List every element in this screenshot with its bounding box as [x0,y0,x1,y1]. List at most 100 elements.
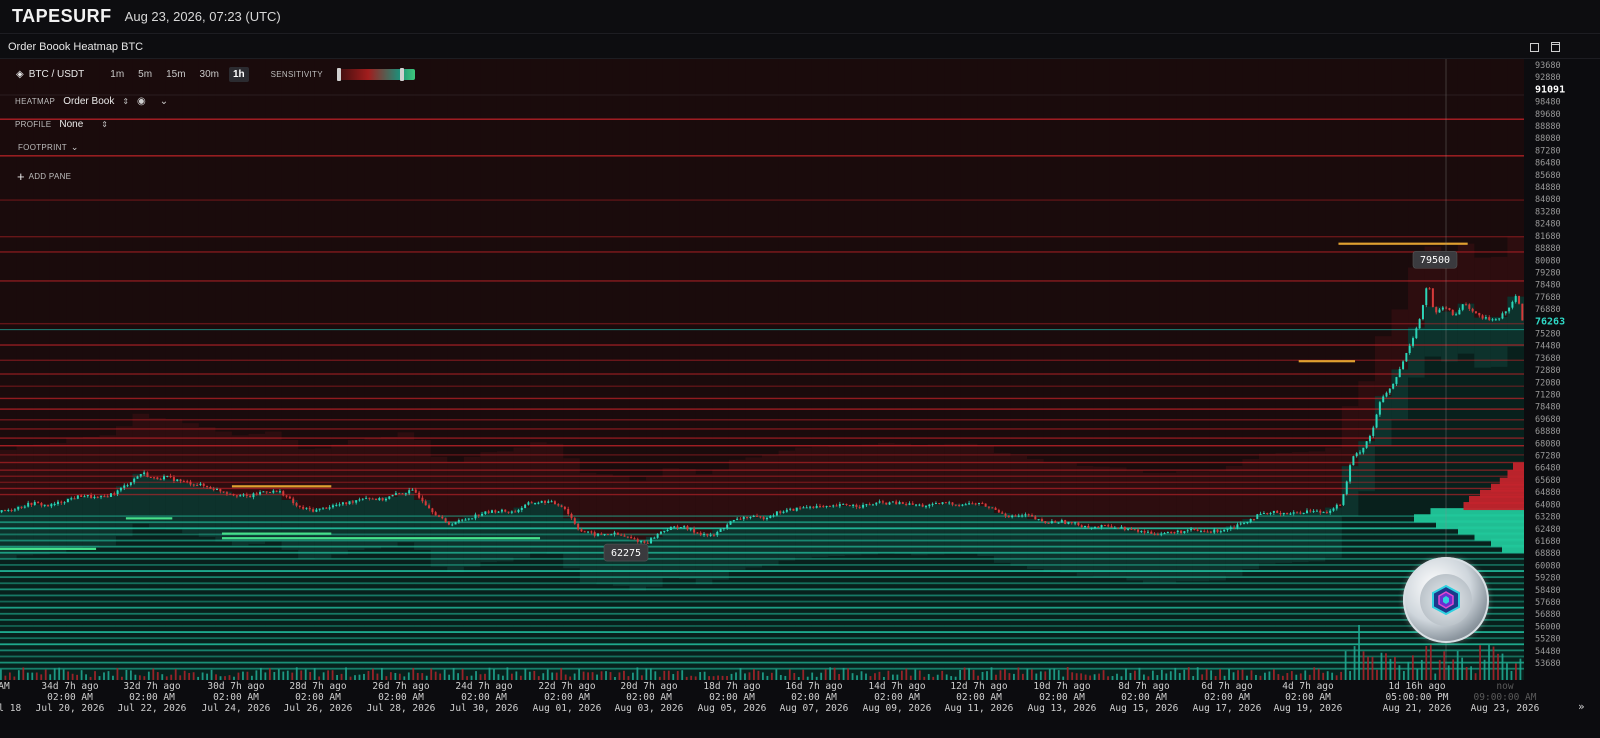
ask-zone-near [331,444,349,505]
candle-body [179,479,182,482]
candle-body [182,481,185,483]
ask-zone-near [99,435,117,496]
volume-bar [1098,673,1100,680]
eye-icon[interactable]: ◉ [137,96,146,107]
time-clock-label: 02:00 AM [956,692,1002,703]
volume-bar [1322,672,1325,680]
restore-icon[interactable] [1527,40,1541,54]
price-tick-label: 85680 [1535,171,1561,181]
volume-bar [569,676,572,680]
candle-body [96,496,99,498]
candle-body [1040,519,1043,522]
volume-bar [726,675,728,680]
candle-body [318,508,321,510]
symbol-selector[interactable]: ◈ BTC / USDT [16,69,84,80]
volume-bar [354,675,356,680]
ask-wall [0,475,1524,477]
chevron-down-icon[interactable]: ⌄ [160,96,168,107]
ask-zone-near [496,451,515,512]
bid-zone-near [1027,519,1045,570]
profile-bar [1507,470,1524,479]
maximize-icon[interactable] [1548,40,1562,54]
volume-bar [461,668,464,680]
volume-bar [174,669,177,680]
volume-bar [672,674,675,680]
strong-level [0,547,97,550]
volume-bar [197,676,200,680]
timeframe-30m[interactable]: 30m [196,67,223,82]
volume-bar [1066,667,1069,680]
bid-zone-near [1126,530,1144,581]
price-tick-label: 80080 [1535,256,1561,266]
candle-body [219,489,222,492]
add-pane-button[interactable]: ADD PANE [29,172,72,181]
profile-select[interactable]: None [59,119,83,130]
app-logo[interactable]: TAPESURF [12,6,112,27]
candle-body [481,513,484,516]
bid-zone-near [911,505,929,556]
ask-zone [811,59,829,507]
bid-wall [0,618,1524,621]
candle-body [1521,303,1524,321]
candle-body [835,505,838,507]
plus-icon[interactable]: + [17,169,25,184]
candle-body [1011,515,1014,518]
price-tick-label: 73680 [1535,354,1561,364]
candle-body [1309,510,1312,512]
candle-body [931,503,934,505]
ask-zone [480,59,498,513]
candle-body [865,504,868,506]
candle-body [1176,530,1179,533]
strong-level [231,485,332,488]
volume-bar [1385,653,1387,680]
sensitivity-min-handle[interactable] [336,68,341,81]
candle-body [650,538,653,544]
volume-bar [1474,673,1477,680]
candle-body [765,517,768,520]
ask-wall [0,469,1524,471]
volume-bar [35,672,38,680]
volume-bar [439,673,442,680]
candle-body [514,511,517,513]
ask-wall [0,385,1524,387]
candle-body [1021,515,1024,517]
scroll-right-icon[interactable]: » [1578,700,1585,713]
volume-bar [1255,674,1257,680]
volume-bar [1196,667,1199,680]
candle-body [832,505,835,507]
candle-body [600,533,603,535]
chevron-down-icon[interactable]: ⌄ [71,142,79,153]
brand-coin-logo [1403,557,1489,643]
candle-body [1418,319,1421,329]
candle-body [169,475,172,478]
bid-wall [0,539,1524,542]
heatmap-select[interactable]: Order Book [63,96,114,107]
candle-body [775,511,778,516]
candle-body [351,501,354,503]
candle-body [1236,524,1239,528]
sensitivity-slider[interactable] [336,68,415,81]
candle-body [815,505,818,508]
candle-body [712,534,715,536]
candle-body [1269,512,1272,514]
candle-body [331,505,334,508]
candle-body [981,502,984,504]
footprint-toggle[interactable]: FOOTPRINT [18,143,67,152]
candle-body [1163,533,1166,535]
timeframe-1m[interactable]: 1m [106,67,128,82]
candle-body [477,514,480,516]
timeframe-15m[interactable]: 15m [162,67,189,82]
volume-bar [1416,668,1419,680]
ask-zone-near [248,433,266,494]
candle-body [573,518,576,524]
volume-bar [1349,671,1351,680]
volume-bar [1143,674,1145,680]
candle-body [1458,309,1461,315]
sensitivity-max-handle[interactable] [399,68,404,81]
timeframe-1h[interactable]: 1h [228,67,249,82]
volume-bar [201,672,204,680]
ask-wall [0,344,1524,346]
candle-body [971,503,974,505]
timeframe-5m[interactable]: 5m [134,67,156,82]
candle-body [1120,526,1123,528]
